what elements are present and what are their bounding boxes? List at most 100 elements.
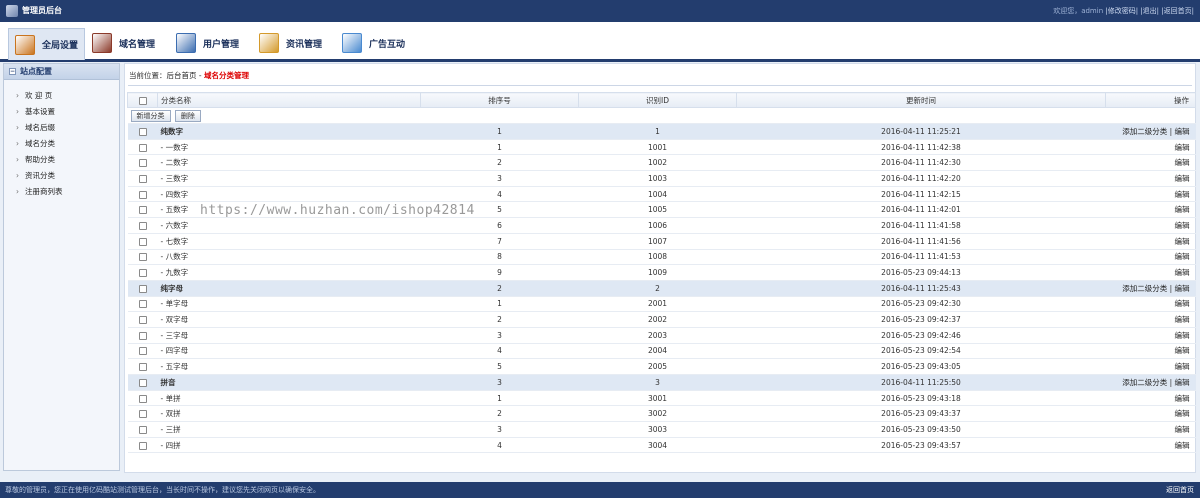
category-id: 1009 xyxy=(578,264,737,281)
sort-order: 5 xyxy=(420,201,579,219)
add-subcategory-link[interactable]: 添加二级分类 xyxy=(1122,378,1167,387)
sort-order: 2 xyxy=(420,154,579,172)
sidebar-item[interactable]: 资讯分类 xyxy=(16,168,119,184)
sidebar-item[interactable]: 欢 迎 页 xyxy=(16,88,119,104)
edit-link[interactable]: 编辑 xyxy=(1175,362,1190,371)
return-home-link[interactable]: |返回首页| xyxy=(1161,7,1194,15)
edit-link[interactable]: 编辑 xyxy=(1175,190,1190,199)
row-select-cell xyxy=(127,405,158,423)
row-checkbox[interactable] xyxy=(138,127,147,136)
edit-link[interactable]: 编辑 xyxy=(1175,143,1190,152)
add-category-button[interactable]: 新增分类 xyxy=(130,109,171,122)
row-actions: 编辑 xyxy=(1105,154,1196,172)
row-checkbox[interactable] xyxy=(138,347,147,356)
edit-link[interactable]: 编辑 xyxy=(1175,252,1190,261)
edit-link[interactable]: 编辑 xyxy=(1175,284,1190,293)
action-separator: | xyxy=(1167,283,1175,293)
edit-link[interactable]: 编辑 xyxy=(1175,331,1190,340)
logout-link[interactable]: |退出| xyxy=(1140,7,1159,15)
breadcrumb-home-link[interactable]: 后台首页 xyxy=(167,71,197,80)
row-checkbox[interactable] xyxy=(138,206,147,215)
sort-order: 4 xyxy=(420,437,579,454)
update-time: 2016-04-11 11:41:58 xyxy=(736,217,1106,234)
edit-link[interactable]: 编辑 xyxy=(1175,394,1190,403)
menu-item-3[interactable]: 资讯管理 xyxy=(259,30,322,56)
update-time: 2016-04-11 11:42:15 xyxy=(736,186,1106,203)
row-checkbox[interactable] xyxy=(138,253,147,262)
category-row: - 五字母 5 2005 2016-05-23 09:43:05 编辑 xyxy=(127,358,1196,375)
row-checkbox[interactable] xyxy=(138,174,147,183)
footer-home-link[interactable]: 返回首页 xyxy=(1166,482,1194,498)
edit-link[interactable]: 编辑 xyxy=(1175,441,1190,450)
row-checkbox[interactable] xyxy=(138,159,147,168)
row-checkbox[interactable] xyxy=(138,221,147,230)
row-checkbox[interactable] xyxy=(138,190,147,199)
update-time: 2016-04-11 11:25:43 xyxy=(736,280,1106,297)
row-checkbox[interactable] xyxy=(138,410,147,419)
menu-item-4[interactable]: 广告互动 xyxy=(342,30,405,56)
sidebar-item[interactable]: 域名分类 xyxy=(16,136,119,152)
logo-icon xyxy=(6,5,18,17)
menu-item-0[interactable]: 全局设置 xyxy=(8,28,86,60)
row-actions: 添加二级分类 | 编辑 xyxy=(1105,280,1196,297)
delete-button[interactable]: 删除 xyxy=(174,109,201,122)
row-actions: 编辑 xyxy=(1105,201,1196,219)
edit-link[interactable]: 编辑 xyxy=(1175,425,1190,434)
row-actions: 编辑 xyxy=(1105,327,1196,344)
category-name: - 六数字 xyxy=(157,217,421,234)
header-links: 欢迎您，admin |修改密码| |退出| |返回首页| xyxy=(1053,6,1194,16)
update-time: 2016-05-23 09:43:50 xyxy=(736,421,1106,438)
sidebar-header[interactable]: − 站点配置 xyxy=(4,64,119,80)
divider xyxy=(128,85,1192,86)
row-select-cell xyxy=(127,280,158,297)
change-password-link[interactable]: |修改密码| xyxy=(1105,7,1138,15)
main-panel: 当前位置：后台首页 - 域名分类管理 分类名称 排序号 识别ID 更新时间 操作… xyxy=(124,63,1196,473)
edit-link[interactable]: 编辑 xyxy=(1175,346,1190,355)
add-subcategory-link[interactable]: 添加二级分类 xyxy=(1122,127,1167,136)
sidebar-item[interactable]: 帮助分类 xyxy=(16,152,119,168)
edit-link[interactable]: 编辑 xyxy=(1175,158,1190,167)
row-checkbox[interactable] xyxy=(138,269,147,278)
row-checkbox[interactable] xyxy=(138,394,147,403)
add-subcategory-link[interactable]: 添加二级分类 xyxy=(1122,284,1167,293)
row-checkbox[interactable] xyxy=(138,363,147,372)
sidebar-item[interactable]: 基本设置 xyxy=(16,104,119,120)
edit-link[interactable]: 编辑 xyxy=(1175,237,1190,246)
row-checkbox[interactable] xyxy=(138,441,147,450)
sidebar-item[interactable]: 域名后缀 xyxy=(16,120,119,136)
row-checkbox[interactable] xyxy=(138,331,147,340)
edit-link[interactable]: 编辑 xyxy=(1175,205,1190,214)
app-title: 管理员后台 xyxy=(22,6,62,15)
sort-order: 3 xyxy=(420,170,579,187)
row-checkbox[interactable] xyxy=(138,237,147,246)
edit-link[interactable]: 编辑 xyxy=(1175,315,1190,324)
category-id: 2002 xyxy=(578,311,737,328)
update-time: 2016-04-11 11:25:50 xyxy=(736,374,1106,391)
row-checkbox[interactable] xyxy=(138,316,147,325)
edit-link[interactable]: 编辑 xyxy=(1175,221,1190,230)
row-checkbox[interactable] xyxy=(138,378,147,387)
sort-order: 1 xyxy=(420,296,579,313)
edit-link[interactable]: 编辑 xyxy=(1175,299,1190,308)
menu-item-1[interactable]: 域名管理 xyxy=(92,30,155,56)
edit-link[interactable]: 编辑 xyxy=(1175,378,1190,387)
category-name: - 双字母 xyxy=(157,311,421,328)
breadcrumb-separator: - xyxy=(196,71,204,80)
row-checkbox[interactable] xyxy=(138,425,147,434)
edit-link[interactable]: 编辑 xyxy=(1175,127,1190,136)
category-name: 纯字母 xyxy=(157,280,421,297)
select-all-checkbox[interactable] xyxy=(138,96,147,105)
edit-link[interactable]: 编辑 xyxy=(1175,409,1190,418)
row-checkbox[interactable] xyxy=(138,300,147,309)
row-actions: 添加二级分类 | 编辑 xyxy=(1105,374,1196,391)
row-checkbox[interactable] xyxy=(138,284,147,293)
edit-link[interactable]: 编辑 xyxy=(1175,174,1190,183)
update-time: 2016-05-23 09:43:05 xyxy=(736,358,1106,375)
sidebar-item[interactable]: 注册商列表 xyxy=(16,184,119,200)
row-checkbox[interactable] xyxy=(138,143,147,152)
category-id: 1003 xyxy=(578,170,737,187)
row-actions: 编辑 xyxy=(1105,405,1196,423)
edit-link[interactable]: 编辑 xyxy=(1175,268,1190,277)
update-time: 2016-04-11 11:42:38 xyxy=(736,139,1106,156)
menu-item-2[interactable]: 用户管理 xyxy=(176,30,239,56)
